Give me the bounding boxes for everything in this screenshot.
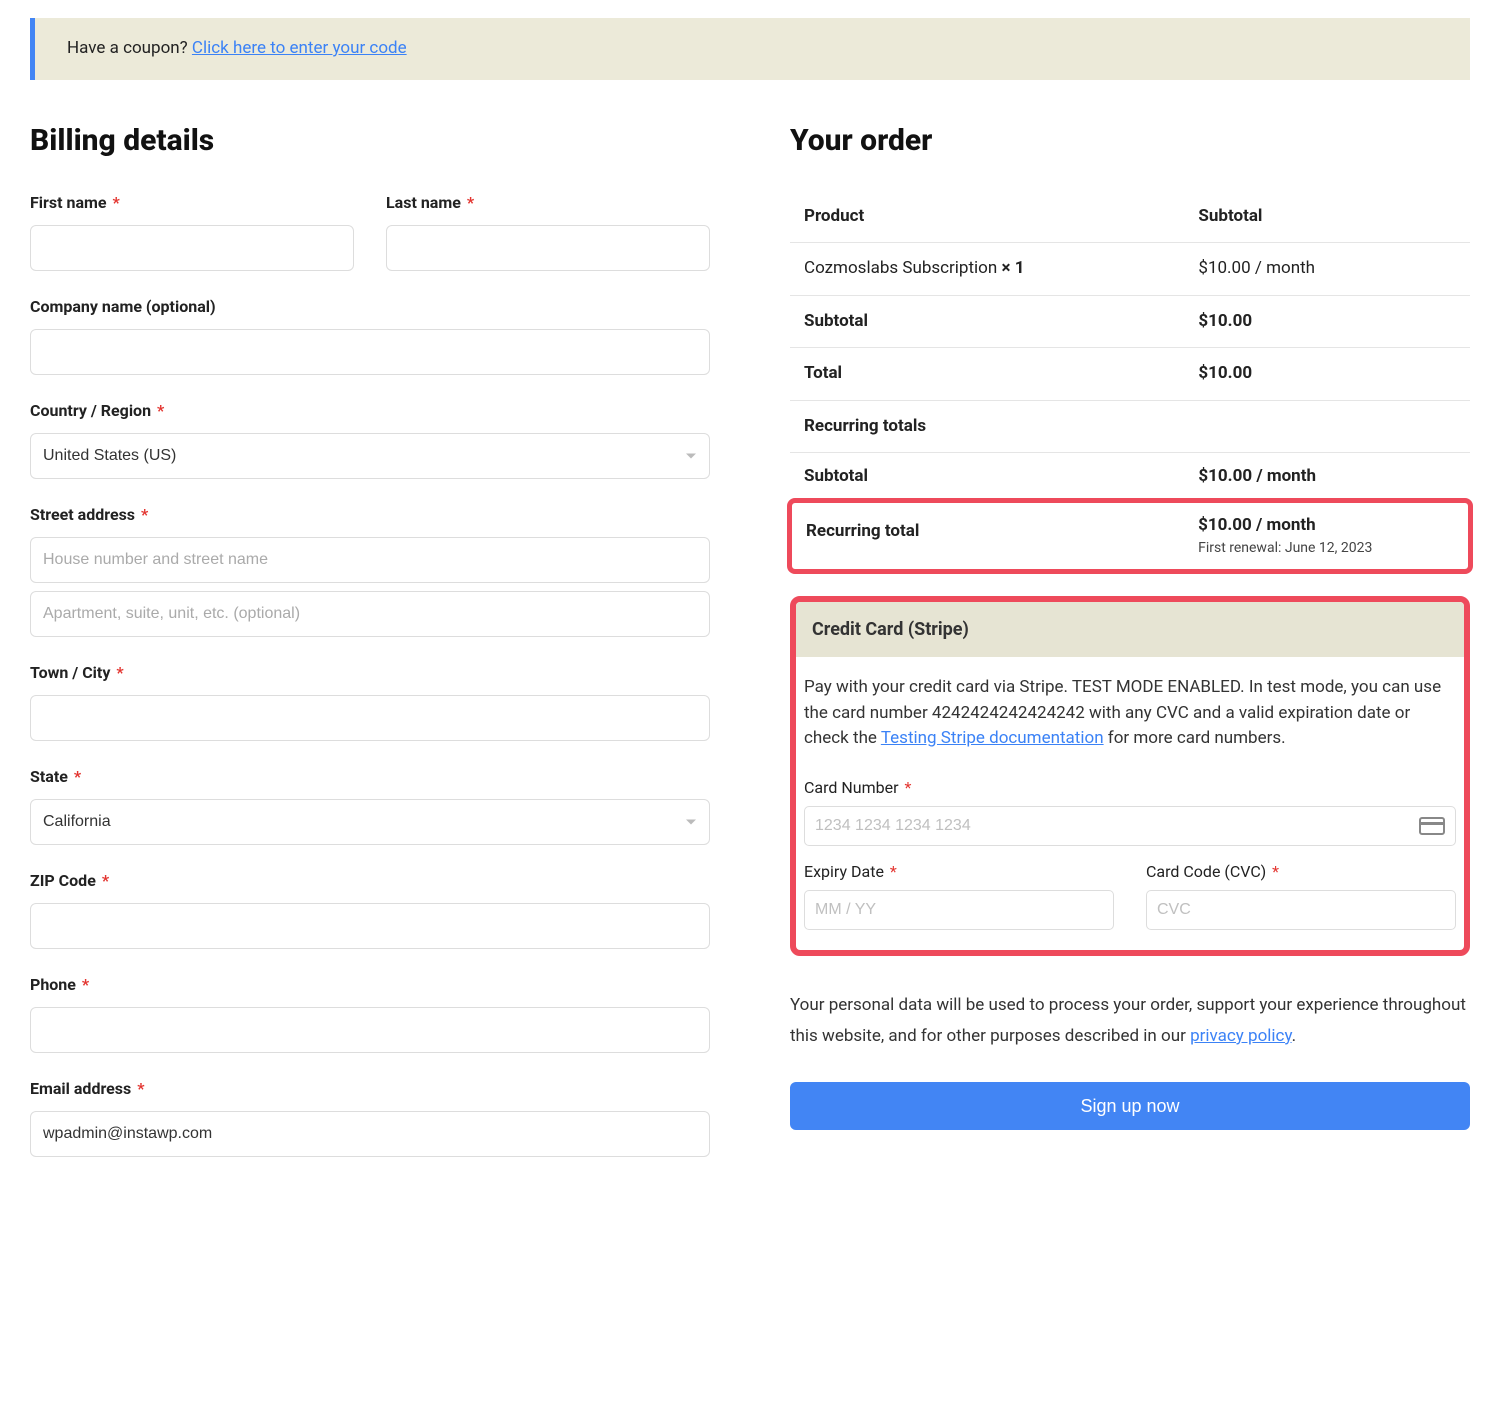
order-first-renewal: First renewal: June 12, 2023 (1198, 538, 1454, 559)
order-item-price: $10.00 / month (1184, 243, 1470, 296)
coupon-prompt: Have a coupon? (67, 38, 192, 58)
state-label: State * (30, 765, 710, 789)
privacy-policy-link[interactable]: privacy policy (1190, 1026, 1292, 1046)
country-select[interactable] (30, 433, 710, 479)
email-label: Email address * (30, 1077, 710, 1101)
card-number-label: Card Number * (804, 776, 1456, 800)
last-name-label: Last name * (386, 191, 710, 215)
country-label: Country / Region * (30, 399, 710, 423)
order-recurring-total-value: $10.00 / month (1198, 513, 1454, 539)
first-name-label: First name * (30, 191, 354, 215)
cvc-input[interactable] (1157, 891, 1445, 929)
phone-label: Phone * (30, 973, 710, 997)
email-input[interactable] (30, 1111, 710, 1157)
order-recurring-subtotal-value: $10.00 / month (1184, 453, 1470, 501)
card-number-input[interactable] (815, 807, 1411, 845)
order-total-label: Total (790, 348, 1184, 401)
expiry-input[interactable] (815, 891, 1103, 929)
street2-input[interactable] (30, 591, 710, 637)
zip-label: ZIP Code * (30, 869, 710, 893)
privacy-note: Your personal data will be used to proce… (790, 990, 1470, 1053)
phone-input[interactable] (30, 1007, 710, 1053)
cvc-label: Card Code (CVC) * (1146, 860, 1456, 884)
street-label: Street address * (30, 503, 710, 527)
last-name-input[interactable] (386, 225, 710, 271)
company-input[interactable] (30, 329, 710, 375)
order-table: Product Subtotal Cozmoslabs Subscription… (790, 191, 1470, 501)
payment-header: Credit Card (Stripe) (796, 602, 1464, 657)
order-column: Your order Product Subtotal Cozmoslabs S… (790, 118, 1470, 1181)
street1-input[interactable] (30, 537, 710, 583)
expiry-label: Expiry Date * (804, 860, 1114, 884)
state-select[interactable] (30, 799, 710, 845)
order-item-name: Cozmoslabs Subscription × 1 (790, 243, 1184, 296)
order-recurring-header: Recurring totals (790, 400, 1470, 453)
payment-box: Credit Card (Stripe) Pay with your credi… (790, 596, 1470, 956)
company-label: Company name (optional) (30, 295, 710, 319)
order-subtotal-value: $10.00 (1184, 295, 1470, 348)
payment-description: Pay with your credit card via Stripe. TE… (796, 657, 1464, 754)
order-header-product: Product (790, 191, 1184, 243)
order-recurring-total-label: Recurring total (792, 503, 1184, 570)
coupon-link[interactable]: Click here to enter your code (192, 38, 407, 58)
coupon-notice: Have a coupon? Click here to enter your … (30, 18, 1470, 80)
order-subtotal-label: Subtotal (790, 295, 1184, 348)
billing-heading: Billing details (30, 118, 710, 163)
signup-button[interactable]: Sign up now (790, 1082, 1470, 1130)
zip-input[interactable] (30, 903, 710, 949)
order-total-value: $10.00 (1184, 348, 1470, 401)
credit-card-icon (1419, 817, 1445, 835)
order-heading: Your order (790, 118, 1470, 163)
city-input[interactable] (30, 695, 710, 741)
order-recurring-subtotal-label: Subtotal (790, 453, 1184, 501)
stripe-docs-link[interactable]: Testing Stripe documentation (881, 728, 1104, 748)
recurring-total-highlight: Recurring total $10.00 / month First ren… (787, 498, 1473, 575)
billing-column: Billing details First name * Last name *… (30, 118, 710, 1181)
first-name-input[interactable] (30, 225, 354, 271)
city-label: Town / City * (30, 661, 710, 685)
order-header-subtotal: Subtotal (1184, 191, 1470, 243)
